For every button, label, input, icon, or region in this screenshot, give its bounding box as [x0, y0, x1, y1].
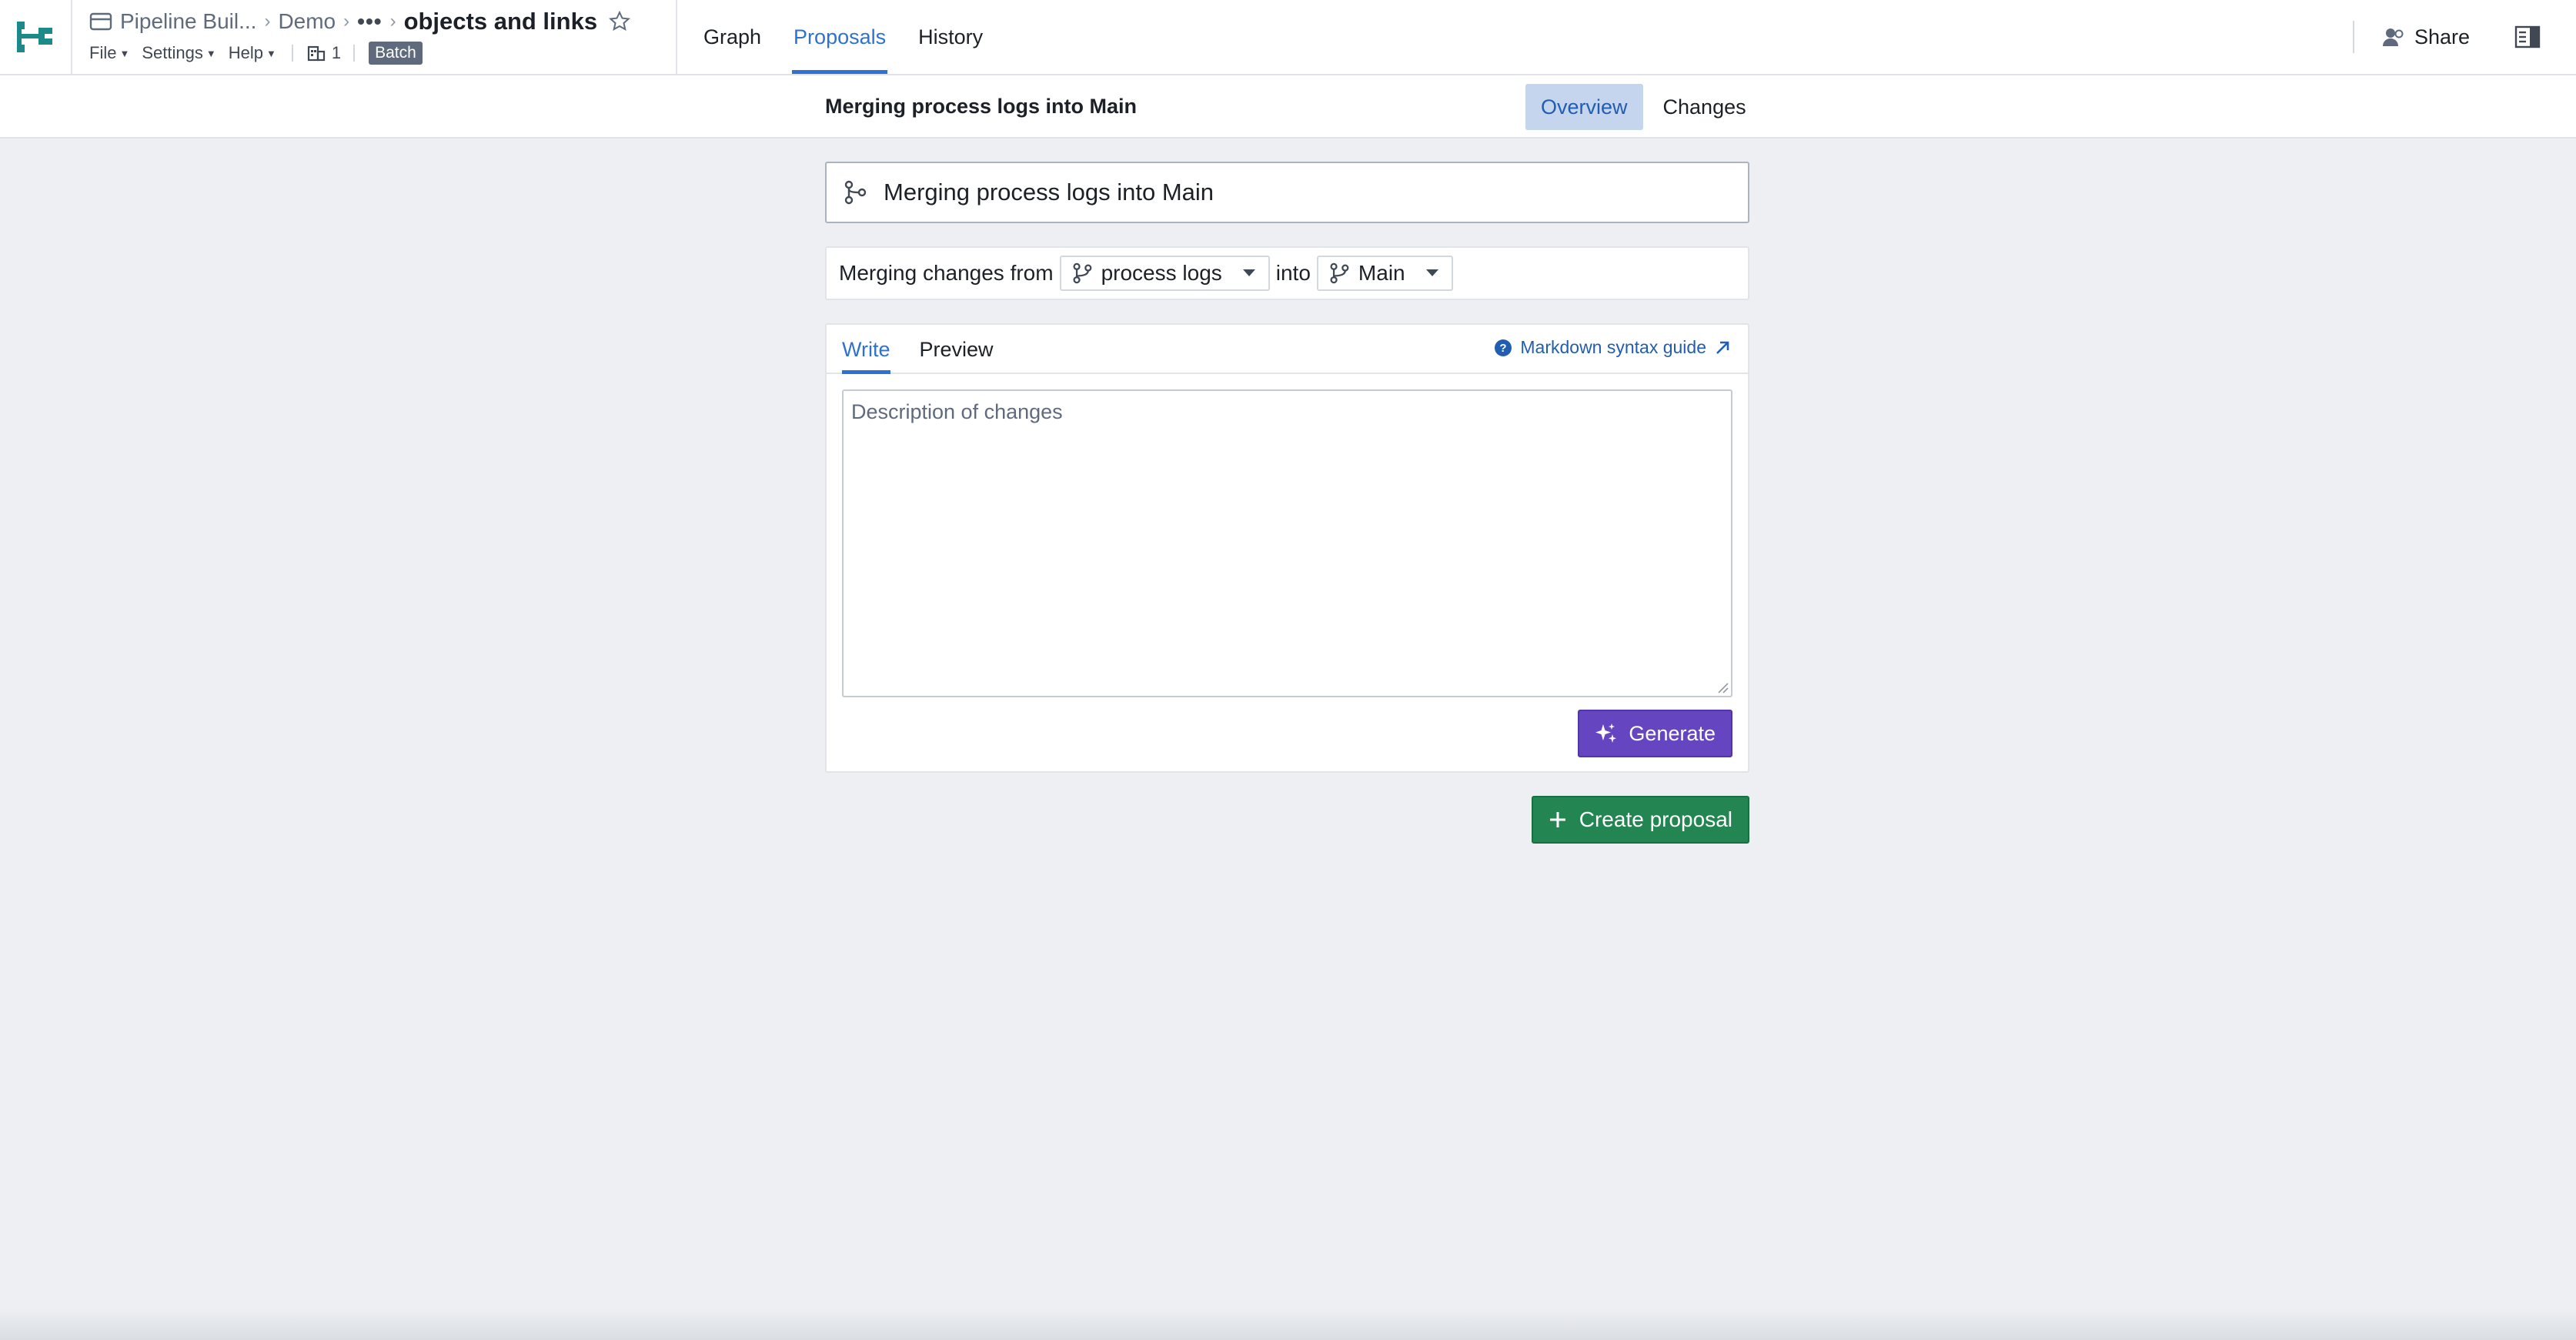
- caret-down-icon: [1425, 269, 1439, 278]
- generate-button[interactable]: Generate: [1578, 710, 1732, 757]
- top-bar: Pipeline Buil... › Demo › ••• › objects …: [0, 0, 2576, 75]
- proposal-header: Merging process logs into Main Overview …: [0, 75, 2576, 139]
- branch-icon: [1073, 262, 1091, 284]
- building-icon: [307, 45, 325, 62]
- breadcrumb: Pipeline Buil... › Demo › ••• › objects …: [89, 5, 631, 38]
- svg-text:?: ?: [1500, 342, 1507, 355]
- merge-prefix-label: Merging changes from: [839, 261, 1054, 285]
- tab-write[interactable]: Write: [842, 338, 890, 374]
- markdown-guide-link[interactable]: ? Markdown syntax guide: [1494, 337, 1731, 358]
- proposal-title-input[interactable]: Merging process logs into Main: [825, 162, 1749, 223]
- description-editor: Write Preview ? Markdown syntax guide De…: [825, 323, 1749, 773]
- share-button[interactable]: Share: [2382, 25, 2470, 49]
- target-branch-label: Main: [1358, 261, 1405, 285]
- description-placeholder: Description of changes: [851, 400, 1063, 423]
- sparkle-icon: [1595, 723, 1617, 743]
- resize-handle-icon[interactable]: [1716, 680, 1729, 694]
- branch-icon: [1330, 262, 1349, 284]
- create-row: Create proposal: [825, 796, 1749, 844]
- editor-tabs: Write Preview ? Markdown syntax guide: [827, 325, 1748, 374]
- share-icon: [2382, 28, 2404, 46]
- merge-into-label: into: [1275, 261, 1311, 285]
- branch-icon: [844, 180, 867, 205]
- menu-help-label: Help: [228, 43, 263, 62]
- tab-history[interactable]: History: [917, 0, 984, 74]
- share-label: Share: [2414, 25, 2470, 48]
- menu-settings-label: Settings: [142, 43, 203, 62]
- side-panel-icon[interactable]: [2514, 25, 2541, 48]
- star-icon[interactable]: [608, 10, 631, 33]
- bottom-shadow: [0, 1309, 2576, 1340]
- tab-preview[interactable]: Preview: [920, 338, 994, 373]
- divider: [2352, 21, 2354, 53]
- file-menu-bar: File ▼ Settings ▼ Help ▼ 1 Batch: [89, 40, 423, 66]
- source-branch-label: process logs: [1101, 261, 1222, 285]
- generate-label: Generate: [1629, 721, 1716, 745]
- source-branch-select[interactable]: process logs: [1059, 256, 1270, 291]
- proposal-header-title: Merging process logs into Main: [825, 94, 1138, 118]
- create-proposal-button[interactable]: Create proposal: [1531, 796, 1749, 844]
- chevron-right-icon: ›: [389, 11, 396, 32]
- external-link-icon: [1716, 341, 1729, 354]
- plus-icon: [1549, 812, 1565, 827]
- help-icon: ?: [1495, 339, 1512, 356]
- caret-down-icon: ▼: [266, 47, 276, 59]
- branch-count-value: 1: [331, 43, 342, 62]
- menu-file[interactable]: File ▼: [89, 43, 129, 63]
- divider: [353, 45, 356, 62]
- tab-graph[interactable]: Graph: [702, 0, 763, 74]
- resource-title[interactable]: objects and links: [404, 8, 598, 35]
- tab-proposals[interactable]: Proposals: [792, 0, 888, 74]
- breadcrumb-item[interactable]: Pipeline Buil...: [120, 9, 256, 34]
- main-tabs: Graph Proposals History: [702, 0, 1014, 74]
- caret-down-icon: [1242, 269, 1256, 278]
- chevron-right-icon: ›: [264, 11, 271, 32]
- menu-help[interactable]: Help ▼: [229, 43, 276, 63]
- tab-overview[interactable]: Overview: [1525, 84, 1643, 130]
- target-branch-select[interactable]: Main: [1316, 256, 1453, 291]
- markdown-guide-label: Markdown syntax guide: [1520, 337, 1706, 357]
- proposal-tabs: Overview Changes: [1525, 84, 1762, 130]
- mode-badge: Batch: [369, 42, 423, 65]
- merge-bar: Merging changes from process logs into M…: [825, 246, 1749, 300]
- top-actions: Share: [2352, 0, 2576, 74]
- app-logo[interactable]: [0, 0, 72, 74]
- menu-file-label: File: [89, 43, 117, 62]
- menu-settings[interactable]: Settings ▼: [142, 43, 216, 63]
- caret-down-icon: ▼: [119, 47, 130, 59]
- caret-down-icon: ▼: [205, 47, 216, 59]
- breadcrumb-item[interactable]: Demo: [278, 9, 336, 34]
- proposal-form: Merging process logs into Main Merging c…: [825, 162, 1749, 844]
- tab-changes[interactable]: Changes: [1648, 84, 1762, 130]
- divider: [676, 0, 677, 74]
- branch-count[interactable]: 1: [307, 43, 341, 63]
- chevron-right-icon: ›: [343, 11, 350, 32]
- pipeline-logo-icon: [17, 22, 52, 52]
- resource-icon: [89, 12, 112, 32]
- description-textarea[interactable]: Description of changes: [842, 389, 1732, 697]
- proposal-title-value: Merging process logs into Main: [884, 179, 1214, 206]
- breadcrumb-more[interactable]: •••: [357, 9, 382, 34]
- divider: [291, 45, 293, 62]
- create-proposal-label: Create proposal: [1579, 807, 1732, 831]
